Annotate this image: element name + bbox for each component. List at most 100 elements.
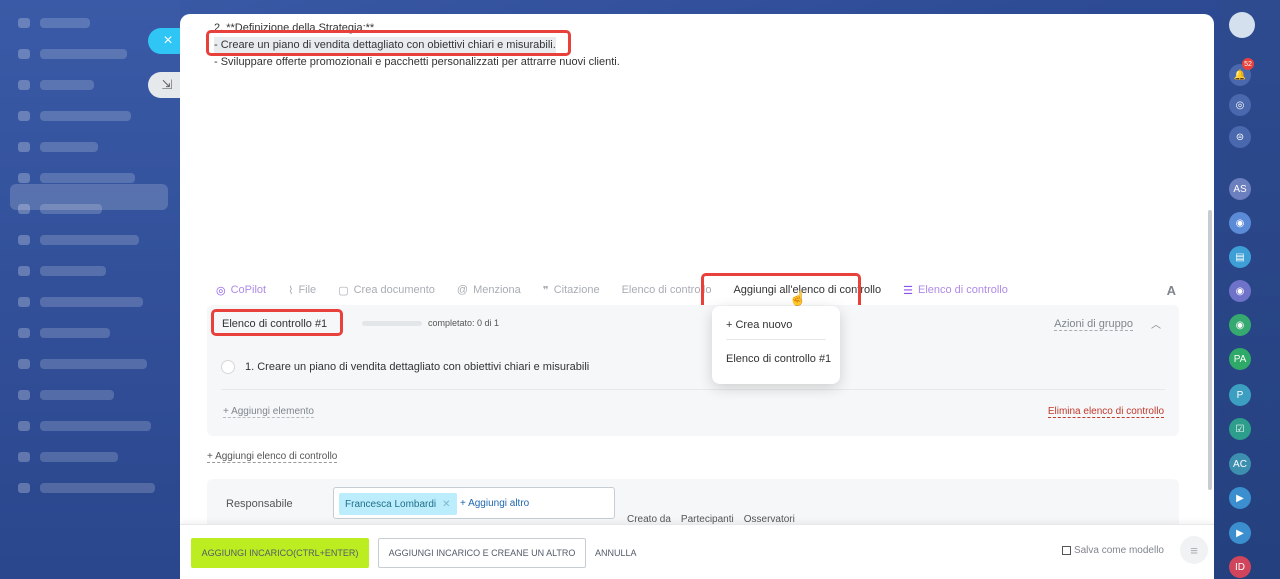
quote-label: Citazione bbox=[553, 284, 600, 296]
user-avatar[interactable] bbox=[1229, 12, 1255, 38]
add-task-and-another-button[interactable]: AGGIUNGI INCARICO E CREANE UN ALTRO bbox=[378, 538, 586, 568]
sidebar-menu-item bbox=[40, 204, 102, 214]
sidebar-menu-item bbox=[40, 328, 110, 338]
sidebar-menu-item bbox=[40, 297, 143, 307]
copilot-button[interactable]: ◎ CoPilot bbox=[216, 284, 266, 297]
hand-cursor-icon: ☝ bbox=[789, 290, 807, 306]
mention-button[interactable]: @ Menziona bbox=[457, 284, 521, 296]
video-avatar-icon[interactable]: ▶ bbox=[1229, 522, 1251, 544]
sidebar-menu-item bbox=[40, 359, 147, 369]
add-checklist-link[interactable]: + Aggiungi elenco di controllo bbox=[207, 451, 338, 463]
description-line-3: - Sviluppare offerte promozionali e pacc… bbox=[214, 56, 620, 68]
checklist-progress-bar bbox=[362, 321, 422, 326]
sidebar-menu-item bbox=[40, 18, 90, 28]
sidebar-menu-icon bbox=[18, 142, 30, 152]
checklist-block: Elenco di controllo #1 completato: 0 di … bbox=[207, 305, 1179, 436]
paperclip-icon: ⌇ bbox=[288, 284, 294, 297]
checklist-label: Elenco di controllo bbox=[621, 284, 712, 296]
assignee-name: Francesca Lombardi bbox=[345, 498, 437, 510]
sidebar-menu-icon bbox=[18, 483, 30, 493]
sidebar-menu-icon bbox=[18, 18, 30, 28]
group-avatar-icon[interactable]: ◉ bbox=[1229, 314, 1251, 336]
sidebar-menu-icon bbox=[18, 421, 30, 431]
search-chat-icon[interactable]: ⊜ bbox=[1229, 126, 1251, 148]
add-task-button[interactable]: AGGIUNGI INCARICO(CTRL+ENTER) bbox=[191, 538, 369, 568]
format-icon: A bbox=[1166, 282, 1176, 298]
chevron-up-icon[interactable]: ︿ bbox=[1151, 316, 1161, 331]
avatar-p[interactable]: P bbox=[1229, 384, 1251, 406]
checklist-active-label: Elenco di controllo bbox=[917, 284, 1008, 296]
sidebar-menu-item bbox=[40, 452, 118, 462]
footer-bar: AGGIUNGI INCARICO(CTRL+ENTER) AGGIUNGI I… bbox=[180, 524, 1214, 579]
remove-icon[interactable]: ✕ bbox=[442, 499, 450, 510]
assignee-chip[interactable]: Francesca Lombardi ✕ bbox=[339, 493, 457, 515]
sidebar-menu-icon bbox=[18, 452, 30, 462]
menu-icon[interactable]: ≡ bbox=[1180, 536, 1208, 564]
create-new-option[interactable]: + Crea nuovo bbox=[726, 319, 792, 331]
checklist-button[interactable]: Elenco di controllo bbox=[622, 284, 712, 296]
sidebar-menu-icon bbox=[18, 390, 30, 400]
group-actions-link[interactable]: Azioni di gruppo bbox=[1054, 318, 1133, 331]
document-icon: ▢ bbox=[338, 284, 349, 297]
delete-checklist-link[interactable]: Elimina elenco di controllo bbox=[1047, 406, 1164, 418]
copilot-label: CoPilot bbox=[230, 284, 267, 296]
cancel-button[interactable]: ANNULLA bbox=[595, 538, 637, 568]
sidebar-menu-item bbox=[40, 80, 94, 90]
sidebar-menu-icon bbox=[18, 80, 30, 90]
video-avatar-icon[interactable]: ▶ bbox=[1229, 487, 1251, 509]
create-document-button[interactable]: ▢ Crea documento bbox=[338, 284, 435, 297]
file-button[interactable]: ⌇ File bbox=[288, 284, 316, 297]
add-item-link[interactable]: + Aggiungi elemento bbox=[223, 406, 314, 418]
responsible-field[interactable]: Francesca Lombardi ✕ + Aggiungi altro bbox=[333, 487, 615, 519]
group-avatar-icon[interactable]: ◉ bbox=[1229, 212, 1251, 234]
close-slider-button[interactable]: × bbox=[148, 28, 182, 54]
sidebar-menu-item bbox=[40, 142, 98, 152]
minimize-slider-button[interactable]: ⇲ bbox=[148, 72, 182, 98]
at-icon: @ bbox=[456, 284, 469, 296]
chat-avatar-icon[interactable]: ▤ bbox=[1229, 246, 1251, 268]
notification-badge: 52 bbox=[1242, 58, 1254, 70]
right-toolbar: 🔔 52 ◎ ⊜ AS ◉ ▤ ◉ ◉ PA P ☑ AC ▶ ▶ ID bbox=[1220, 0, 1280, 579]
sidebar-menu-icon bbox=[18, 173, 30, 183]
avatar-as[interactable]: AS bbox=[1229, 178, 1251, 200]
minimize-icon: ⇲ bbox=[161, 77, 173, 92]
group-avatar-icon[interactable]: ◉ bbox=[1229, 280, 1251, 302]
sidebar-menu-item bbox=[40, 111, 131, 121]
save-template-label: Salva come modello bbox=[1073, 545, 1164, 556]
create-document-label: Crea documento bbox=[353, 284, 435, 296]
sidebar-menu-item bbox=[40, 390, 114, 400]
checklist-icon: ☰ bbox=[903, 284, 913, 297]
quote-button[interactable]: ❞ Citazione bbox=[543, 284, 600, 297]
avatar-ac[interactable]: AC bbox=[1229, 453, 1251, 475]
checklist-active-button[interactable]: ☰ Elenco di controllo bbox=[903, 284, 1008, 297]
sidebar-menu-icon bbox=[18, 111, 30, 121]
avatar-pa[interactable]: PA bbox=[1229, 348, 1251, 370]
target-icon[interactable]: ◎ bbox=[1229, 94, 1251, 116]
sidebar-menu-item bbox=[40, 483, 155, 493]
mention-label: Menziona bbox=[473, 284, 521, 296]
scrollbar[interactable] bbox=[1208, 210, 1212, 490]
avatar-id[interactable]: ID bbox=[1229, 556, 1251, 578]
editor-toolbar: ◎ CoPilot ⌇ File ▢ Crea documento @ Menz… bbox=[216, 282, 1176, 298]
sidebar-menu-item bbox=[40, 173, 135, 183]
checkbox-circle[interactable] bbox=[221, 360, 235, 374]
checklist-item-label[interactable]: 1. Creare un piano di vendita dettagliat… bbox=[245, 361, 589, 373]
checklist-1-option[interactable]: Elenco di controllo #1 bbox=[726, 353, 831, 365]
responsible-label: Responsabile bbox=[226, 498, 293, 510]
save-as-template[interactable]: Salva come modello bbox=[1061, 545, 1164, 556]
sidebar-menu-icon bbox=[18, 297, 30, 307]
sidebar-menu-icon bbox=[18, 328, 30, 338]
format-button[interactable]: A bbox=[1167, 283, 1176, 298]
save-template-checkbox[interactable] bbox=[1061, 546, 1071, 555]
task-editor-panel: 2. **Definizione della Strategia:** - Cr… bbox=[180, 14, 1214, 579]
quote-icon: ❞ bbox=[542, 284, 549, 297]
sidebar-menu-item bbox=[40, 266, 106, 276]
sidebar-menu-icon bbox=[18, 359, 30, 369]
close-icon: × bbox=[163, 32, 173, 49]
divider bbox=[726, 339, 826, 340]
task-avatar-icon[interactable]: ☑ bbox=[1229, 418, 1251, 440]
add-more-link[interactable]: + Aggiungi altro bbox=[460, 498, 529, 509]
sidebar-menu-item bbox=[40, 49, 127, 59]
sidebar-menu-icon bbox=[18, 235, 30, 245]
sidebar-menu-icon bbox=[18, 204, 30, 214]
